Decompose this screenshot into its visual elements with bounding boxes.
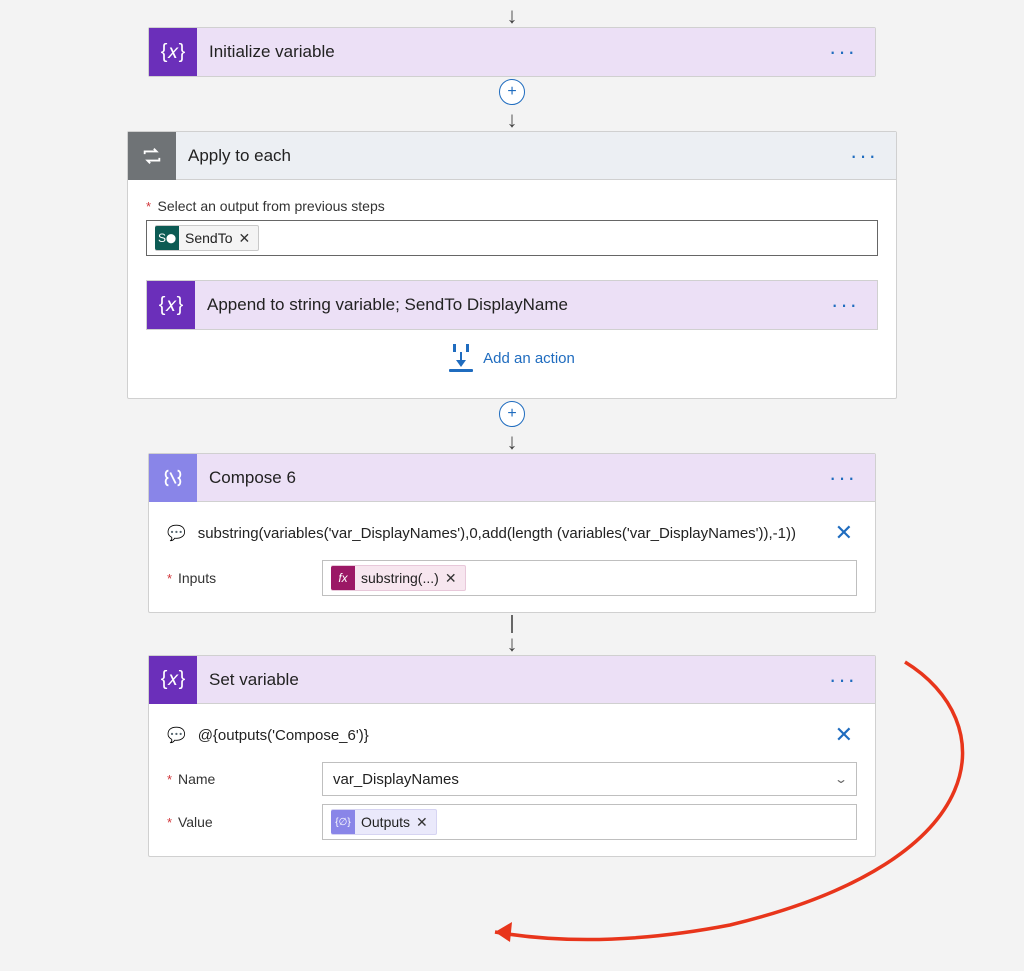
required-marker: *	[167, 772, 172, 787]
arrow-connector-icon: ↓	[507, 109, 518, 131]
sharepoint-icon: S⬤	[155, 226, 179, 250]
compose-icon: {∅}	[331, 810, 355, 834]
card-set-variable[interactable]: {𝑥} Set variable ··· 💬 @{outputs('Compos…	[148, 655, 876, 857]
required-marker: *	[167, 815, 172, 830]
close-peek-icon[interactable]: ✕	[835, 722, 857, 748]
add-action-button[interactable]: Add an action	[146, 330, 878, 390]
peek-code: @{outputs('Compose_6')}	[198, 727, 369, 744]
card-initialize-variable[interactable]: {𝑥} Initialize variable ···	[148, 27, 876, 77]
card-title: Append to string variable; SendTo Displa…	[195, 295, 813, 315]
card-compose-6[interactable]: Compose 6 ··· 💬 substring(variables('var…	[148, 453, 876, 613]
inputs-label: Inputs	[178, 570, 216, 586]
arrow-connector-icon: ↓	[507, 5, 518, 27]
token-sendto[interactable]: S⬤ SendTo ✕	[155, 225, 259, 251]
peek-code: substring(variables('var_DisplayNames'),…	[198, 525, 796, 542]
variable-icon: {𝑥}	[149, 28, 197, 76]
card-menu-ellipsis[interactable]: ···	[813, 292, 877, 318]
value-field[interactable]: {∅} Outputs ✕	[322, 804, 857, 840]
insert-step-icon	[449, 344, 473, 372]
card-title: Apply to each	[176, 146, 832, 166]
loop-icon	[128, 132, 176, 180]
remove-token-icon[interactable]: ✕	[439, 570, 465, 587]
arrow-connector-icon: ↓	[507, 615, 518, 655]
name-select[interactable]: var_DisplayNames ⌄	[322, 762, 857, 796]
card-menu-ellipsis[interactable]: ···	[811, 39, 875, 65]
variable-icon: {𝑥}	[149, 656, 197, 704]
card-apply-to-each[interactable]: Apply to each ··· * Select an output fro…	[127, 131, 897, 399]
arrow-connector-icon: ↓	[507, 431, 518, 453]
variable-icon: {𝑥}	[147, 281, 195, 329]
close-peek-icon[interactable]: ✕	[835, 520, 857, 546]
card-menu-ellipsis[interactable]: ···	[832, 143, 896, 169]
card-title: Initialize variable	[197, 42, 811, 62]
card-menu-ellipsis[interactable]: ···	[811, 667, 875, 693]
required-marker: *	[167, 571, 172, 586]
remove-token-icon[interactable]: ✕	[232, 230, 258, 247]
card-menu-ellipsis[interactable]: ···	[811, 465, 875, 491]
comment-icon: 💬	[167, 524, 186, 542]
fx-icon: fx	[331, 566, 355, 590]
token-outputs[interactable]: {∅} Outputs ✕	[331, 809, 437, 835]
token-substring[interactable]: fx substring(...) ✕	[331, 565, 466, 591]
required-marker: *	[146, 199, 151, 214]
card-title: Compose 6	[197, 468, 811, 488]
add-step-button[interactable]: +	[499, 79, 525, 105]
inputs-field[interactable]: fx substring(...) ✕	[322, 560, 857, 596]
select-output-input[interactable]: S⬤ SendTo ✕	[146, 220, 878, 256]
card-append-string[interactable]: {𝑥} Append to string variable; SendTo Di…	[146, 280, 878, 330]
select-output-label: Select an output from previous steps	[158, 198, 385, 214]
chevron-down-icon: ⌄	[834, 772, 848, 786]
card-title: Set variable	[197, 670, 811, 690]
compose-icon	[149, 454, 197, 502]
value-label: Value	[178, 814, 213, 830]
remove-token-icon[interactable]: ✕	[410, 814, 436, 831]
comment-icon: 💬	[167, 726, 186, 744]
add-step-button[interactable]: +	[499, 401, 525, 427]
name-label: Name	[178, 771, 215, 787]
